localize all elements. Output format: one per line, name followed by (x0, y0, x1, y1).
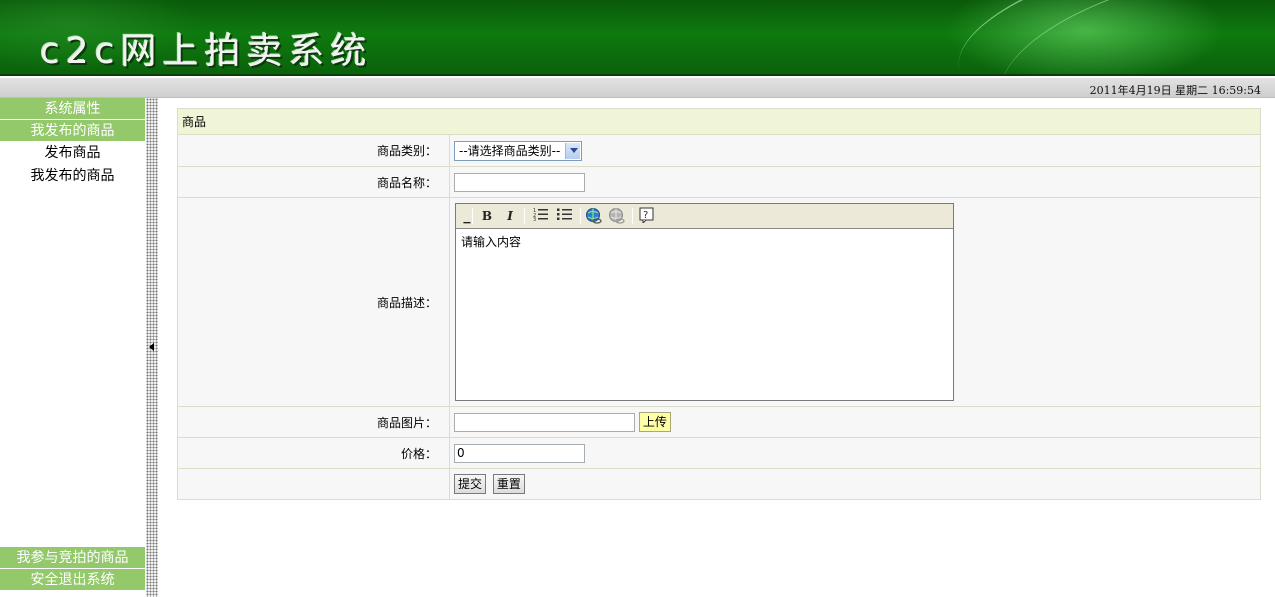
sidebar: 系统属性 我发布的商品 发布商品 我发布的商品 我参与竞拍的商品 安全退出系统 (0, 98, 146, 597)
toolbar-separator (632, 208, 633, 224)
sidebar-item-system-properties[interactable]: 系统属性 (0, 98, 145, 120)
chevron-down-icon[interactable] (565, 142, 580, 159)
remove-link-icon[interactable] (608, 207, 626, 225)
price-input[interactable]: 0 (454, 443, 585, 463)
description-row: 商品描述： ▁ B I 123 ? 请输入内容 (177, 197, 1261, 407)
image-label: 商品图片： (177, 406, 450, 438)
toolbar-separator (524, 208, 525, 224)
editor-toolbar: ▁ B I 123 ? (456, 204, 953, 229)
item-form: 商品 商品类别： --请选择商品类别-- 商品名称： 商品描述： ▁ B I 1… (177, 108, 1261, 500)
image-path-input[interactable] (454, 412, 635, 432)
item-name-input[interactable] (454, 172, 585, 192)
numbered-list-icon[interactable]: 123 (532, 207, 550, 225)
submit-button[interactable]: 提交 (454, 474, 487, 494)
bold-icon[interactable]: B (478, 207, 496, 225)
sidebar-item-publish-item[interactable]: 发布商品 (0, 142, 145, 165)
form-header-row: 商品 (177, 108, 1261, 135)
category-row: 商品类别： --请选择商品类别-- (177, 134, 1261, 167)
toolbar-separator (472, 208, 473, 224)
collapse-arrow-icon[interactable] (149, 343, 154, 351)
image-row: 商品图片： 上传 (177, 406, 1261, 438)
sidebar-item-my-bids[interactable]: 我参与竞拍的商品 (0, 547, 145, 569)
help-icon[interactable]: ? (638, 207, 656, 225)
italic-icon[interactable]: I (501, 207, 519, 225)
category-selected-value: --请选择商品类别-- (459, 143, 561, 158)
toolbar-separator (580, 208, 581, 224)
sidebar-bottom: 我参与竞拍的商品 安全退出系统 (0, 547, 145, 591)
bulleted-list-icon[interactable] (556, 207, 574, 225)
insert-link-icon[interactable] (585, 207, 603, 225)
banner: c2c网上拍卖系统 (0, 0, 1275, 76)
sidebar-item-logout[interactable]: 安全退出系统 (0, 569, 145, 591)
current-datetime: 2011年4月19日 星期二 16:59:54 (1089, 84, 1261, 97)
name-label: 商品名称： (177, 166, 450, 198)
category-label: 商品类别： (177, 134, 450, 167)
actions-row: 提交 重置 (177, 468, 1261, 500)
rich-text-editor: ▁ B I 123 ? 请输入内容 (455, 203, 954, 401)
reset-button[interactable]: 重置 (492, 474, 525, 494)
description-editor-area[interactable]: 请输入内容 (456, 229, 953, 254)
toolbar-collapse-icon[interactable]: ▁ (458, 210, 476, 228)
description-label: 商品描述： (177, 197, 450, 407)
status-bar: 2011年4月19日 星期二 16:59:54 (0, 78, 1275, 98)
price-row: 价格： 0 (177, 437, 1261, 469)
sidebar-item-my-published-items-header[interactable]: 我发布的商品 (0, 120, 145, 142)
category-select[interactable]: --请选择商品类别-- (454, 140, 582, 161)
actions-label-empty (177, 468, 450, 500)
upload-button[interactable]: 上传 (638, 412, 671, 432)
name-row: 商品名称： (177, 166, 1261, 198)
main-content: 商品 商品类别： --请选择商品类别-- 商品名称： 商品描述： ▁ B I 1… (158, 98, 1275, 597)
site-title: c2c网上拍卖系统 (40, 31, 373, 72)
svg-text:?: ? (643, 210, 648, 221)
sidebar-item-my-published-items[interactable]: 我发布的商品 (0, 165, 145, 188)
sidebar-splitter[interactable] (146, 98, 158, 597)
price-label: 价格： (177, 437, 450, 469)
svg-text:3: 3 (533, 217, 536, 221)
form-section-title: 商品 (177, 108, 1261, 135)
